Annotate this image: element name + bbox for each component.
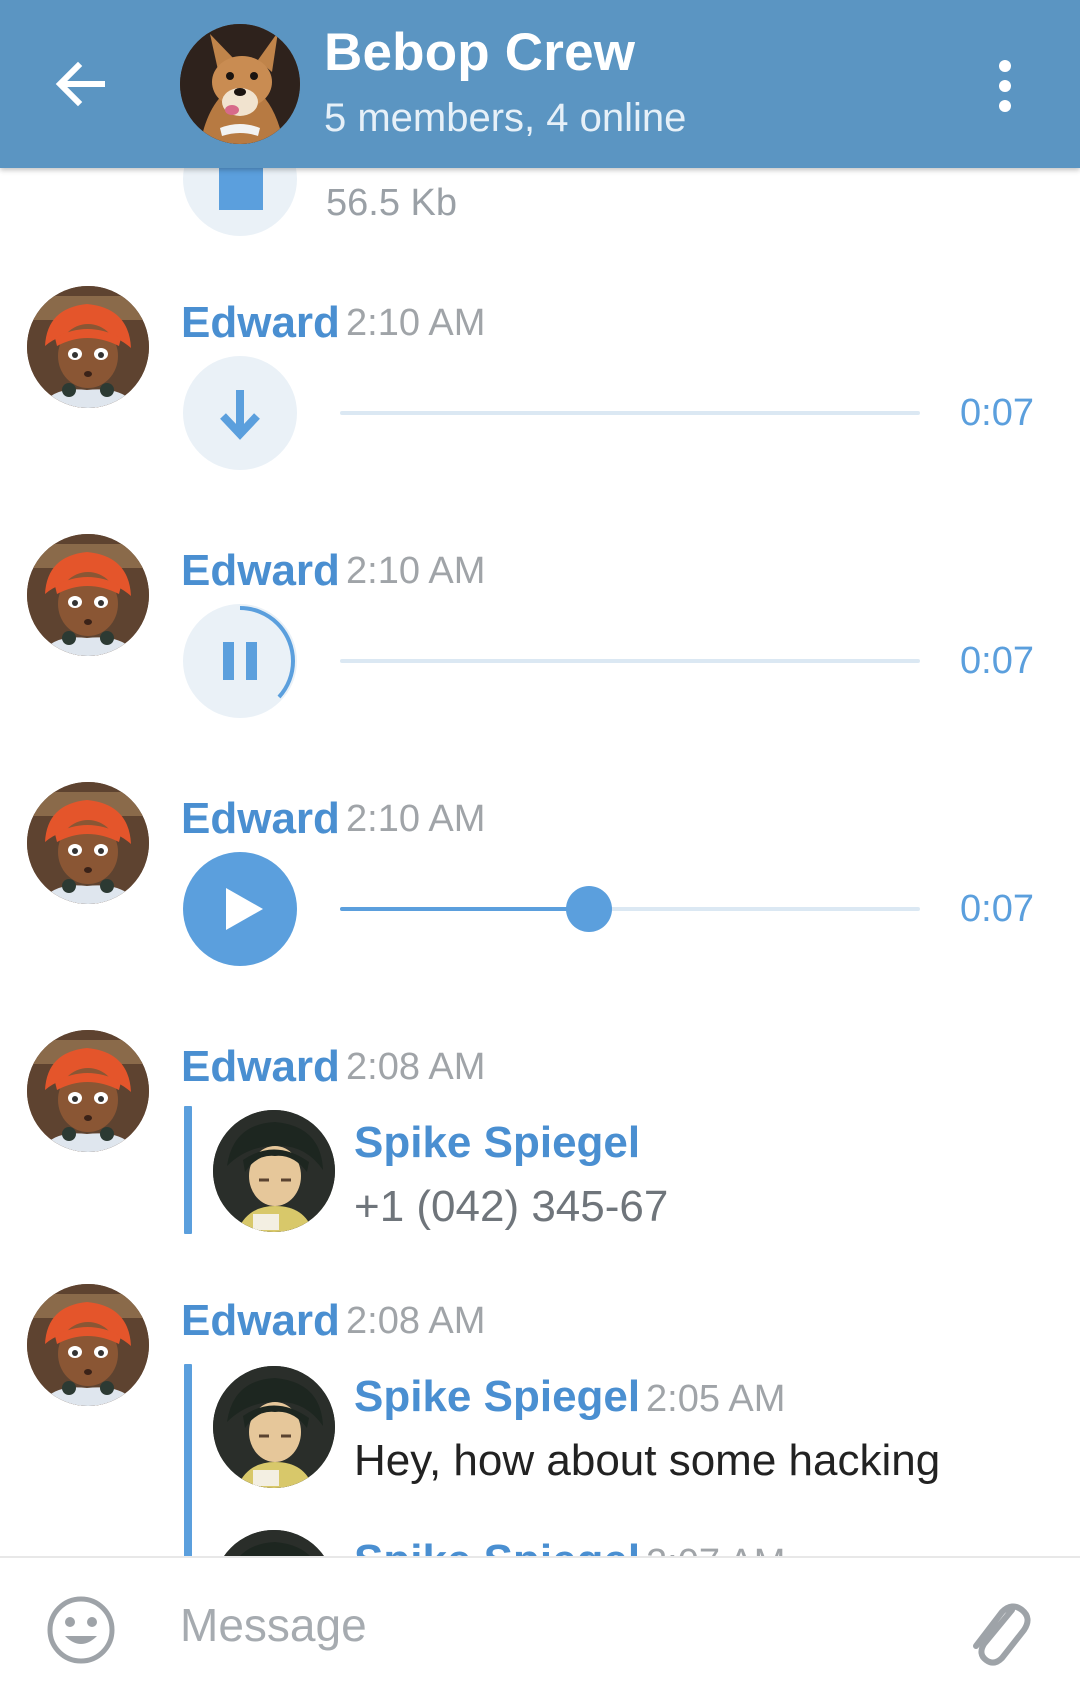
voice-message: Edward 2:10 AM 0:07 — [0, 286, 1080, 486]
spike-avatar-image — [213, 1110, 335, 1232]
edward-avatar-image — [27, 782, 149, 904]
back-button[interactable] — [50, 52, 114, 116]
play-button[interactable] — [183, 852, 297, 966]
contact-phone[interactable]: +1 (042) 345-67 — [354, 1182, 668, 1232]
quote-bar — [184, 1106, 192, 1234]
avatar[interactable] — [27, 782, 149, 904]
message-time: 2:08 AM — [346, 1046, 486, 1088]
voice-message: Edward 2:10 AM 0:07 — [0, 782, 1080, 982]
forwarded-sender-name[interactable]: Spike Spiegel — [354, 1372, 640, 1422]
more-options-button[interactable] — [990, 56, 1020, 116]
download-icon — [220, 390, 260, 440]
voice-progress-track[interactable] — [340, 659, 920, 663]
sender-name[interactable]: Edward — [181, 1042, 340, 1092]
corgi-image — [180, 24, 300, 144]
forwarded-sender-name[interactable]: Spike Spiegel — [354, 1536, 640, 1558]
sender-name[interactable]: Edward — [181, 1296, 340, 1346]
document-icon — [219, 168, 263, 210]
voice-message: Edward 2:10 AM 0:07 — [0, 534, 1080, 734]
voice-progress-track[interactable] — [340, 886, 920, 932]
more-vertical-icon — [999, 60, 1011, 112]
contact-avatar[interactable] — [213, 1110, 335, 1232]
forwarded-avatar[interactable] — [213, 1366, 335, 1488]
file-button[interactable] — [183, 168, 297, 236]
spike-avatar-image — [213, 1366, 335, 1488]
seek-handle[interactable] — [566, 886, 613, 932]
arrow-left-icon — [55, 61, 105, 107]
contact-name[interactable]: Spike Spiegel — [354, 1118, 640, 1168]
play-icon — [226, 888, 263, 930]
download-button[interactable] — [183, 356, 297, 470]
message-list[interactable]: 56.5 Kb Edward 2:10 AM 0:07 Edward 2:10 … — [0, 168, 1080, 1558]
chat-header: Bebop Crew 5 members, 4 online — [0, 0, 1080, 168]
chat-title: Bebop Crew — [324, 23, 636, 82]
edward-avatar-image — [27, 1284, 149, 1406]
forwarded-message: Edward 2:08 AM Spike Spiegel 2:05 AM Hey… — [0, 1284, 1080, 1558]
sender-name[interactable]: Edward — [181, 546, 340, 596]
smile-icon — [47, 1596, 115, 1664]
voice-duration: 0:07 — [960, 392, 1034, 434]
avatar[interactable] — [27, 1284, 149, 1406]
message-time: 2:10 AM — [346, 798, 486, 840]
emoji-button[interactable] — [45, 1594, 117, 1666]
sender-name[interactable]: Edward — [181, 298, 340, 348]
voice-progress-fill — [340, 907, 590, 911]
contact-message: Edward 2:08 AM Spike Spiegel +1 (042) 34… — [0, 1030, 1080, 1260]
attach-button[interactable] — [962, 1588, 1034, 1672]
chat-subtitle: 5 members, 4 online — [324, 96, 687, 140]
message-time: 2:08 AM — [346, 1300, 486, 1342]
message-composer: Message — [0, 1556, 1080, 1704]
voice-progress-track[interactable] — [340, 411, 920, 415]
voice-duration: 0:07 — [960, 640, 1034, 682]
message-input[interactable]: Message — [180, 1598, 367, 1652]
edward-avatar-image — [27, 286, 149, 408]
message-time: 2:10 AM — [346, 550, 486, 592]
quote-bar — [184, 1364, 192, 1558]
forwarded-time: 2:05 AM — [646, 1378, 786, 1420]
edward-avatar-image — [27, 534, 149, 656]
edward-avatar-image — [27, 1030, 149, 1152]
spike-avatar-image — [213, 1530, 335, 1558]
pause-button[interactable] — [183, 604, 297, 718]
paperclip-icon — [973, 1603, 1031, 1666]
file-message: 56.5 Kb — [0, 168, 1080, 238]
group-avatar[interactable] — [180, 24, 300, 144]
avatar[interactable] — [27, 534, 149, 656]
file-size: 56.5 Kb — [326, 182, 457, 224]
sender-name[interactable]: Edward — [181, 794, 340, 844]
message-time: 2:10 AM — [346, 302, 486, 344]
voice-duration: 0:07 — [960, 888, 1034, 930]
forwarded-text: Hey, how about some hacking — [354, 1436, 941, 1485]
pause-icon — [223, 606, 296, 699]
avatar[interactable] — [27, 286, 149, 408]
forwarded-avatar[interactable] — [213, 1530, 335, 1558]
avatar[interactable] — [27, 1030, 149, 1152]
